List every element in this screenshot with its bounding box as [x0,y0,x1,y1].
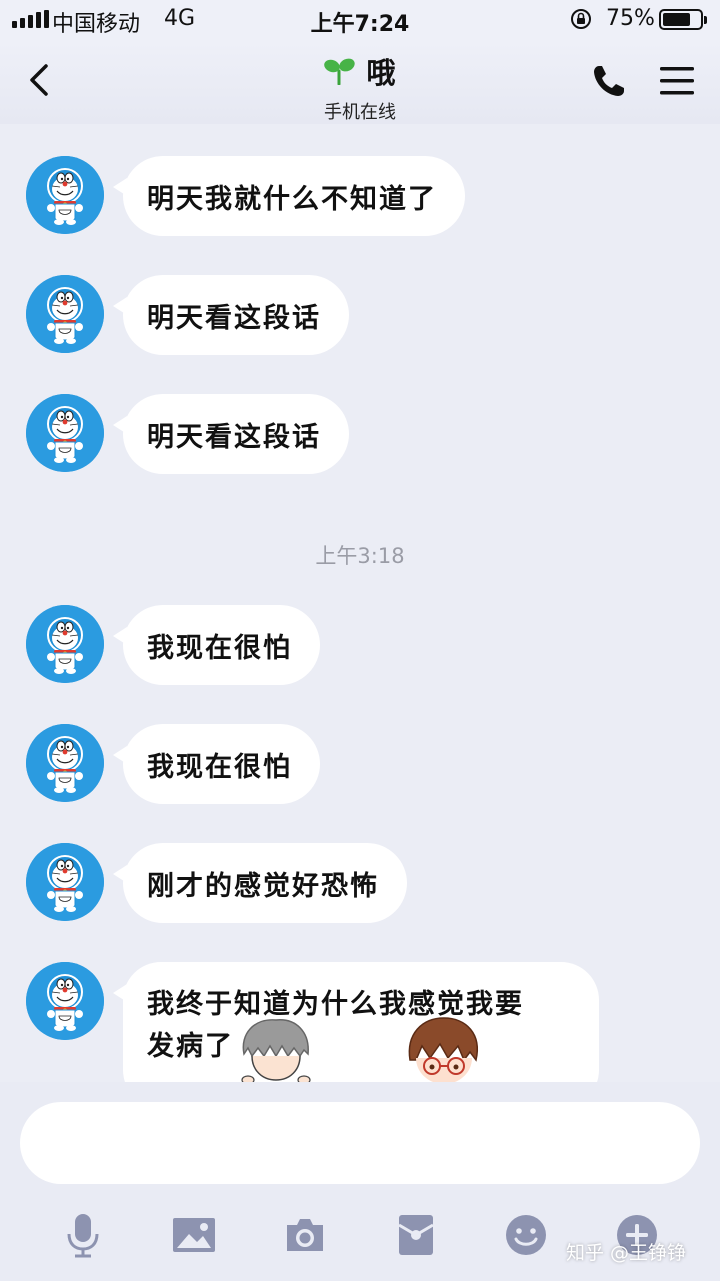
doraemon-avatar-image [26,724,104,802]
doraemon-avatar-image [26,843,104,921]
image-icon [173,1218,215,1252]
contact-avatar[interactable] [26,724,104,802]
contact-avatar[interactable] [26,605,104,683]
message-text-line: 我终于知道为什么我感觉我要 [147,989,524,1020]
contact-name[interactable]: 哦 [366,50,395,92]
menu-icon[interactable] [658,64,696,98]
gray-hair-character-sticker [241,1019,311,1082]
doraemon-avatar-image [26,275,104,353]
contact-avatar[interactable] [26,156,104,234]
doraemon-avatar-image [26,156,104,234]
message-bubble[interactable]: 刚才的感觉好恐怖 [113,843,407,923]
sprout-icon [324,58,356,85]
rotation-lock-icon [571,9,591,29]
red-packet-icon [398,1215,434,1255]
watermark: 知乎 @王铮铮 [566,1242,687,1264]
emoji-button[interactable] [503,1212,549,1258]
contact-avatar[interactable] [26,962,104,1040]
message-bubble[interactable]: 明天我就什么不知道了 [113,156,465,236]
chat-header: 哦 手机在线 [0,40,720,124]
photo-button[interactable] [170,1212,218,1258]
message-bubble[interactable]: 我现在很怕 [113,605,320,685]
doraemon-avatar-image [26,394,104,472]
voice-button[interactable] [60,1212,106,1258]
message-bubble[interactable]: 我现在很怕 [113,724,320,804]
doraemon-avatar-image [26,962,104,1040]
message-bubble[interactable]: 明天看这段话 [113,275,349,355]
message-text-line: 发病了 [147,1031,234,1062]
smiley-icon [506,1215,546,1255]
message-bubble[interactable]: 明天看这段话 [113,394,349,474]
contact-avatar[interactable] [26,843,104,921]
glasses-character-sticker [408,1017,478,1082]
microphone-icon [67,1214,99,1258]
camera-icon [287,1219,323,1251]
message-input[interactable] [20,1102,700,1184]
message-bubble[interactable]: 我终于知道为什么我感觉我要 发病了 [113,962,599,1082]
battery-percent: 75% [606,6,655,31]
message-timestamp: 上午3:18 [315,544,405,568]
contact-avatar[interactable] [26,394,104,472]
red-packet-button[interactable] [393,1212,439,1258]
phone-icon[interactable] [590,62,628,100]
doraemon-avatar-image [26,605,104,683]
battery-icon [659,9,707,30]
chat-message-list[interactable]: 明天我就什么不知道了 明天看这段话 明天看这段话 上午3:18 我现在很怕 我现… [0,124,720,1082]
camera-button[interactable] [282,1212,328,1258]
contact-avatar[interactable] [26,275,104,353]
status-bar: 中国移动 4G 上午7:24 75% [0,0,720,40]
contact-online-status: 手机在线 [324,102,396,123]
